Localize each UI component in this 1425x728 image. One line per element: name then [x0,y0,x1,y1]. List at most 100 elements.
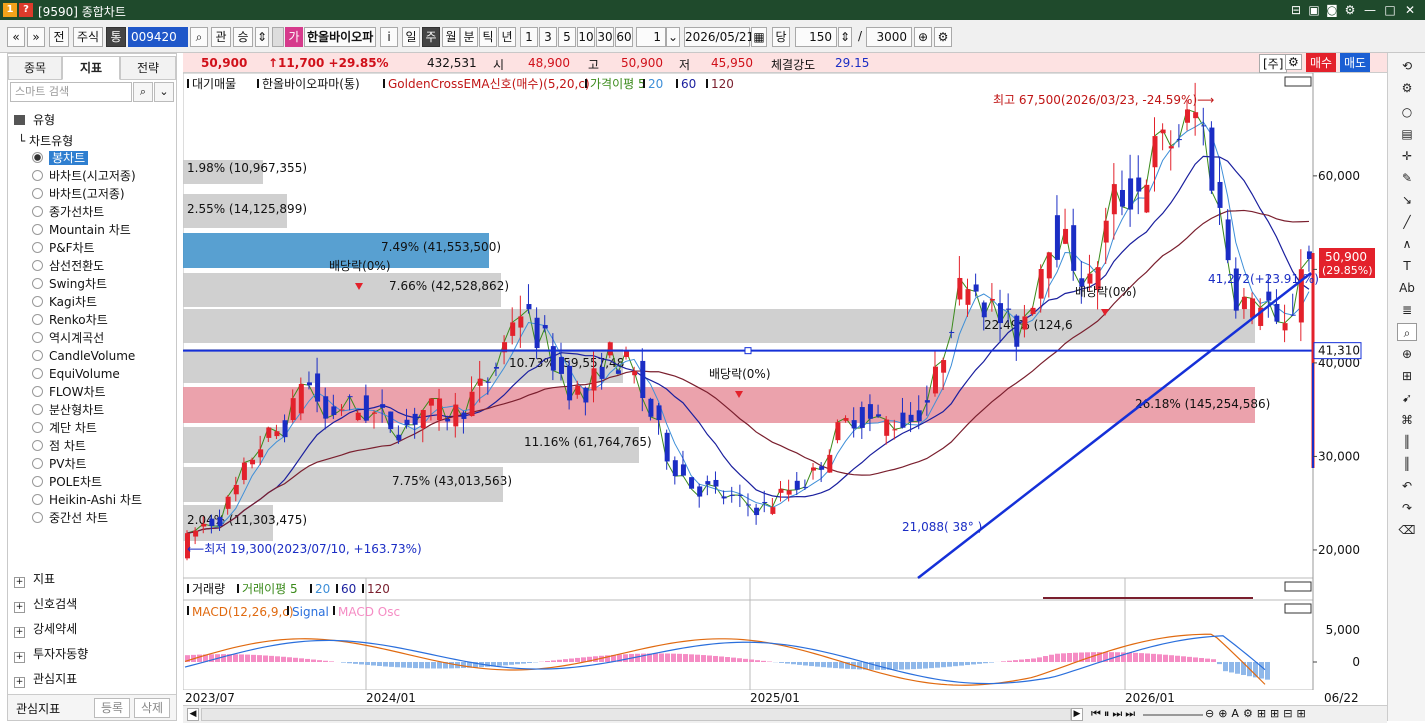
chart-type-item[interactable]: 봉차트 [32,150,89,167]
circle-icon[interactable]: ○ [1397,103,1417,121]
period-week[interactable]: 주 [422,27,440,47]
radio-icon[interactable] [32,296,43,307]
num-30[interactable]: 30 [596,27,614,47]
playback-controls[interactable]: ⏮⏸⏭⏭ [1091,707,1138,721]
gwan-button[interactable]: 관 [211,27,231,47]
zoom-slider[interactable] [1143,714,1203,716]
smart-search-input[interactable]: 스마트 검색 [10,82,132,102]
scroll-track[interactable] [201,708,1071,721]
folder-item[interactable]: + 지표 [14,570,55,588]
period-year[interactable]: 년 [498,27,516,47]
multi-bars-icon[interactable]: ║ [1397,455,1417,473]
tab-strategy[interactable]: 전략 [120,56,176,80]
chart-type-item[interactable]: PV차트 [32,456,87,473]
radio-icon[interactable] [32,368,43,379]
chart-type-item[interactable]: Kagi차트 [32,294,97,311]
stock-code-input[interactable]: 009420 [128,27,188,47]
radio-icon[interactable] [32,476,43,487]
market-select[interactable]: 주식 [73,27,103,47]
chart-type-item[interactable]: POLE차트 [32,474,102,491]
chart-type-item[interactable]: 바차트(시고저종) [32,168,136,185]
seung-button[interactable]: 승 [233,27,253,47]
chart-type-item[interactable]: 역시계곡선 [32,330,104,347]
count-input[interactable]: 150 [795,27,837,47]
magnify-icon[interactable]: ⌕ [1397,323,1417,341]
radio-icon[interactable] [32,152,43,163]
fib-icon[interactable]: ≣ [1397,301,1417,319]
quote-gear-icon[interactable]: ⚙ [1285,54,1302,70]
delete-button[interactable]: 삭제 [134,698,170,718]
folder-item[interactable]: + 강세약세 [14,620,77,638]
refresh-icon[interactable]: ⟲ [1397,57,1417,75]
info-button[interactable]: i [380,27,398,47]
settings-icon[interactable]: ⚙ [1342,2,1358,18]
register-button[interactable]: 등록 [94,698,130,718]
help-icon[interactable]: ? [19,3,33,17]
redo-icon[interactable]: ↷ [1397,499,1417,517]
num-1[interactable]: 1 [520,27,538,47]
settings-icon[interactable]: ⚙ [1397,79,1417,97]
radio-icon[interactable] [32,494,43,505]
line-icon[interactable]: ╱ [1397,213,1417,231]
pen-icon[interactable]: ✎ [1397,169,1417,187]
minimize-icon[interactable]: — [1362,2,1378,18]
chart-type-item[interactable]: Mountain 차트 [32,222,131,239]
save-icon[interactable]: ▣ [1306,2,1322,18]
spinner-icon[interactable]: ⇕ [255,27,269,47]
chart-type-item[interactable]: 계단 차트 [32,420,97,437]
radio-icon[interactable] [32,440,43,451]
zoom-icon[interactable]: ⊕ [914,27,932,47]
radio-icon[interactable] [32,458,43,469]
camera-icon[interactable]: ◙ [1324,2,1340,18]
chart-svg[interactable]: 1.98% (10,967,355) 2.55% (14,125,899) 7.49… [182,72,1380,705]
scroll-left-icon[interactable]: ◀ [187,708,199,721]
tab-stock[interactable]: 종목 [8,56,62,80]
chart-type-item[interactable]: Swing차트 [32,276,107,293]
buy-button[interactable]: 매수 [1306,53,1337,72]
dang-button[interactable]: 당 [772,27,790,47]
bars-icon[interactable]: ║ [1397,433,1417,451]
chart-type-item[interactable]: 삼선전환도 [32,258,104,275]
radio-icon[interactable] [32,170,43,181]
chart-scrollbar[interactable]: ◀ ▶ ⏮⏸⏭⏭ ⊖⊕A⚙⊞⊞⊟⊞ [183,705,1387,723]
radio-icon[interactable] [32,332,43,343]
expand-icon[interactable]: + [14,627,25,638]
chevron-down-icon[interactable]: ⌄ [666,27,680,47]
chart-type-item[interactable]: 점 차트 [32,438,86,455]
period-tick[interactable]: 틱 [479,27,497,47]
chart-type-item[interactable]: CandleVolume [32,348,135,365]
grid-icon[interactable]: ⊞ [1397,367,1417,385]
period-month[interactable]: 월 [442,27,460,47]
gear-icon[interactable]: ⚙ [934,27,952,47]
maximize-icon[interactable]: □ [1382,2,1398,18]
expand-icon[interactable]: + [14,652,25,663]
radio-icon[interactable] [32,206,43,217]
radio-icon[interactable] [32,242,43,253]
close-icon[interactable]: ✕ [1402,2,1418,18]
undo-icon[interactable]: ↶ [1397,477,1417,495]
radio-icon[interactable] [32,512,43,523]
section-type[interactable]: 유형 [14,111,55,128]
cursor-icon[interactable]: ➹ [1397,389,1417,407]
search-icon[interactable]: ⌕ [133,82,153,102]
measure-icon[interactable]: ⌘ [1397,411,1417,429]
wave-icon[interactable]: ∧ [1397,235,1417,253]
chart-icon[interactable]: ▤ [1397,125,1417,143]
num-60[interactable]: 60 [615,27,633,47]
chart-area[interactable]: 1.98% (10,967,355) 2.55% (14,125,899) 7.49… [182,72,1380,705]
radio-icon[interactable] [32,386,43,397]
num-5[interactable]: 5 [558,27,576,47]
ga-button[interactable]: 가 [285,27,303,47]
radio-icon[interactable] [32,278,43,289]
chart-type-item[interactable]: P&F차트 [32,240,95,257]
radio-icon[interactable] [32,404,43,415]
chart-type-item[interactable]: 종가선차트 [32,204,104,221]
link-icon[interactable]: ⊟ [1288,2,1304,18]
folder-item[interactable]: + 관심지표 [14,670,77,688]
radio-icon[interactable] [32,422,43,433]
search-icon[interactable]: ⌕ [190,27,208,47]
trash-icon[interactable]: ⌫ [1397,521,1417,539]
ray-icon[interactable]: ↘ [1397,191,1417,209]
tong-button[interactable]: 통 [106,27,126,47]
chart-type-item[interactable]: 분산형차트 [32,402,104,419]
